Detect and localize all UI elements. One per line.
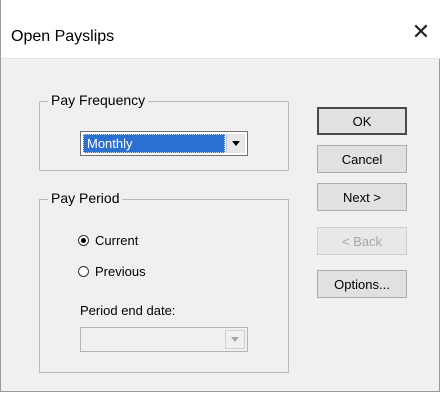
close-icon: ✕ xyxy=(411,19,431,44)
chevron-down-icon xyxy=(232,141,240,146)
pay-frequency-value: Monthly xyxy=(83,134,225,153)
pay-period-group: Pay Period Current Previous Period end d… xyxy=(39,190,289,373)
radio-current-label: Current xyxy=(95,233,139,248)
next-button[interactable]: Next > xyxy=(317,183,407,211)
radio-previous[interactable]: Previous xyxy=(78,264,146,279)
chevron-down-icon xyxy=(231,337,239,342)
pay-frequency-label: Pay Frequency xyxy=(48,92,149,108)
pay-frequency-select[interactable]: Monthly xyxy=(80,131,248,156)
dialog-title: Open Payslips xyxy=(11,28,115,45)
back-button: < Back xyxy=(317,227,407,255)
close-button[interactable]: ✕ xyxy=(401,14,441,50)
period-end-date-dropdown-button xyxy=(225,330,245,349)
pay-period-label: Pay Period xyxy=(48,190,123,206)
radio-current[interactable]: Current xyxy=(78,233,138,248)
cancel-button[interactable]: Cancel xyxy=(317,145,407,173)
title-bar[interactable]: Open Payslips ✕ xyxy=(1,0,441,59)
open-payslips-dialog: Open Payslips ✕ Pay Frequency Monthly Pa… xyxy=(0,0,441,392)
pay-frequency-group: Pay Frequency Monthly xyxy=(39,92,289,171)
options-button[interactable]: Options... xyxy=(317,270,407,298)
ok-button[interactable]: OK xyxy=(317,107,407,135)
pay-frequency-dropdown-button[interactable] xyxy=(226,134,245,153)
radio-current-indicator[interactable] xyxy=(78,235,89,246)
radio-previous-indicator[interactable] xyxy=(78,266,89,277)
radio-previous-label: Previous xyxy=(95,264,146,279)
period-end-date-label: Period end date: xyxy=(80,303,176,318)
period-end-date-select xyxy=(80,327,248,352)
